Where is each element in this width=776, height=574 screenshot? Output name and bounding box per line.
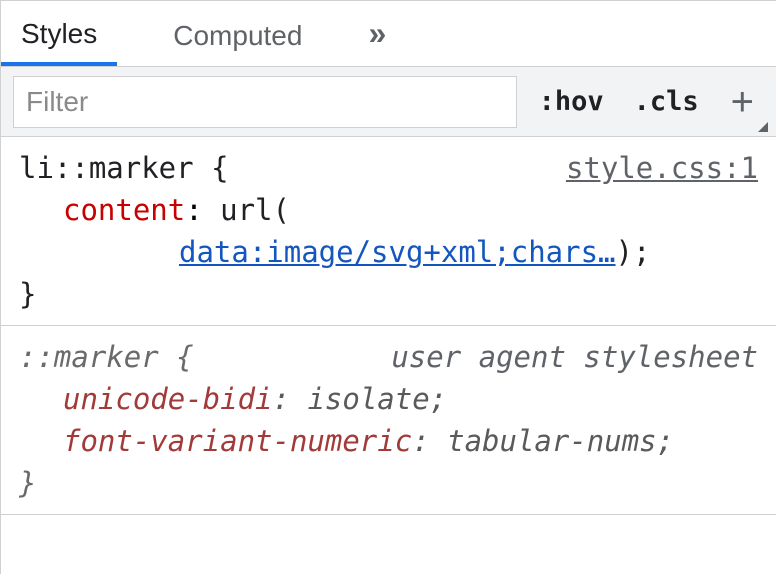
styles-panel: Styles Computed » :hov .cls + li::marker…: [0, 0, 776, 574]
styles-toolbar: :hov .cls +: [1, 67, 776, 137]
selector[interactable]: li::marker {: [19, 147, 229, 189]
css-rule: li::marker { style.css:1 content: url( d…: [1, 137, 776, 326]
rules-list: li::marker { style.css:1 content: url( d…: [1, 137, 776, 574]
close-brace: }: [19, 466, 36, 500]
source-label: user agent stylesheet: [391, 336, 758, 378]
value: tabular-nums;: [447, 424, 674, 458]
value: isolate;: [307, 382, 447, 416]
property: unicode-bidi: [63, 382, 273, 416]
declaration[interactable]: unicode-bidi: isolate;: [19, 378, 758, 420]
css-rule-user-agent: ::marker { user agent stylesheet unicode…: [1, 326, 776, 515]
tab-styles[interactable]: Styles: [1, 1, 117, 66]
panel-tabs: Styles Computed »: [1, 1, 776, 67]
property: content: [63, 193, 185, 227]
filter-input[interactable]: [13, 76, 517, 128]
source-link[interactable]: style.css:1: [566, 147, 758, 189]
property: font-variant-numeric: [63, 424, 412, 458]
hov-toggle[interactable]: :hov: [531, 86, 612, 117]
new-style-rule-button[interactable]: +: [721, 82, 764, 122]
tab-computed[interactable]: Computed: [153, 1, 322, 66]
close-brace: }: [19, 277, 36, 311]
declaration[interactable]: font-variant-numeric: tabular-nums;: [19, 420, 758, 462]
cls-toggle[interactable]: .cls: [626, 86, 707, 117]
value: url(: [220, 193, 290, 227]
selector[interactable]: ::marker {: [19, 336, 194, 378]
value-link[interactable]: data:image/svg+xml;chars…: [179, 235, 616, 269]
tabs-overflow-icon[interactable]: »: [358, 1, 396, 66]
declaration[interactable]: content: url(: [19, 189, 758, 231]
